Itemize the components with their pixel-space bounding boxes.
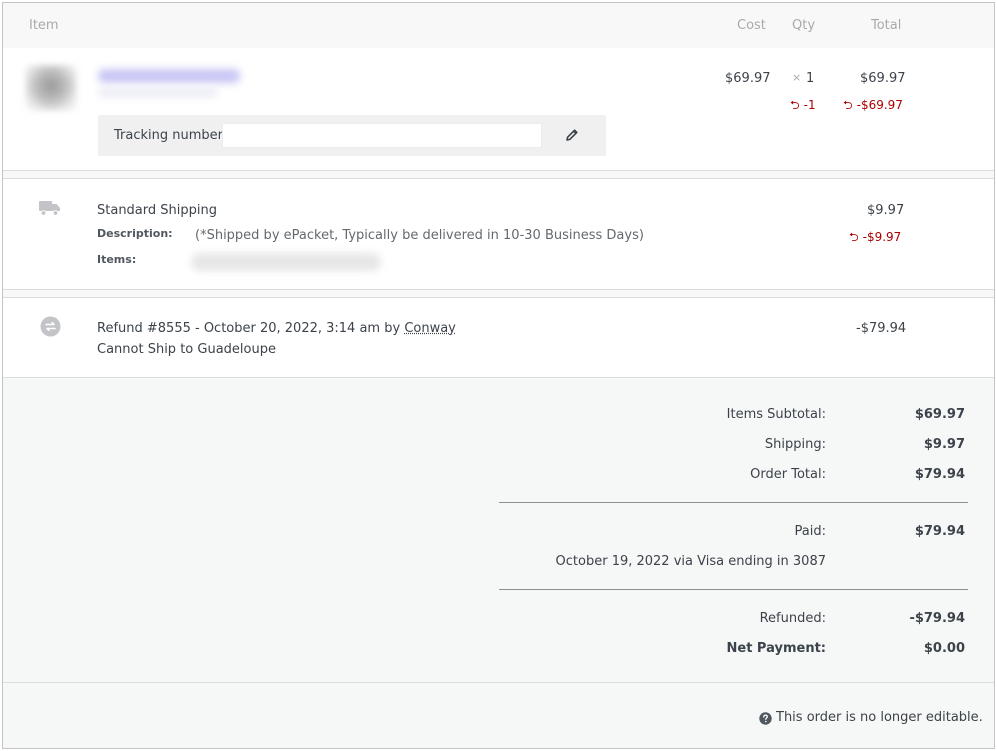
truck-icon [39, 200, 61, 220]
item-cost: $69.97 [725, 71, 771, 86]
edit-pencil-icon[interactable] [564, 127, 580, 147]
refund-qty: ⮌ -1 [790, 96, 816, 117]
item-qty: 1 [806, 71, 815, 86]
tracking-number-box: Tracking number [98, 115, 606, 156]
refund-cycle-icon [40, 316, 61, 341]
product-thumbnail [25, 65, 77, 111]
refunded-value: -$79.94 [909, 611, 965, 626]
total-column-header: Total [871, 18, 902, 33]
items-subtotal-label: Items Subtotal: [726, 407, 826, 422]
order-footer: This order is no longer editable. [3, 682, 994, 748]
paid-value: $79.94 [914, 524, 965, 539]
section-divider [3, 170, 994, 178]
refund-title: Refund #8555 - October 20, 2022, 3:14 am… [97, 321, 456, 336]
totals-divider [499, 589, 968, 590]
refund-title-text: Refund #8555 - October 20, 2022, 3:14 am… [97, 321, 401, 336]
product-meta [98, 87, 218, 97]
paid-payment-note: October 19, 2022 via Visa ending in 3087 [555, 554, 826, 569]
refund-amount: -$79.94 [856, 321, 907, 336]
shipping-items-value [191, 253, 381, 271]
product-name-link[interactable] [98, 69, 240, 83]
refund-item-total: ⮌ -$69.97 [843, 96, 903, 117]
order-total-value: $79.94 [914, 467, 965, 482]
refund-reason: Cannot Ship to Guadeloupe [97, 342, 276, 357]
order-total-label: Order Total: [750, 467, 826, 482]
qty-times-sign: × [792, 71, 802, 84]
net-payment-value: $0.00 [923, 641, 965, 656]
shipping-description-value: (*Shipped by ePacket, Typically be deliv… [195, 228, 644, 243]
order-totals-section: Items Subtotal: $69.97 Shipping: $9.97 O… [3, 377, 994, 682]
shipping-value: $9.97 [923, 437, 965, 452]
shipping-total: $9.97 [867, 203, 905, 218]
section-divider [3, 289, 994, 297]
refund-undo-icon: ⮌ [790, 98, 800, 112]
totals-divider [499, 502, 968, 503]
item-column-header: Item [29, 18, 59, 33]
qty-column-header: Qty [792, 18, 816, 33]
items-table-header: Item Cost Qty Total [3, 3, 994, 48]
paid-label: Paid: [794, 524, 826, 539]
refund-undo-icon: ⮌ [849, 230, 859, 244]
item-total: $69.97 [860, 71, 906, 86]
shipping-refund-total: ⮌ -$9.97 [849, 228, 901, 249]
shipping-description-label: Description: [97, 227, 173, 240]
refunded-label: Refunded: [759, 611, 826, 626]
items-subtotal-value: $69.97 [914, 407, 965, 422]
refund-undo-icon: ⮌ [843, 98, 853, 112]
not-editable-notice: This order is no longer editable. [776, 710, 983, 725]
section-divider-line [3, 297, 994, 298]
order-items-panel: Item Cost Qty Total $69.97 × 1 $69.97 ⮌ -… [2, 2, 995, 749]
tracking-number-input[interactable] [222, 123, 542, 148]
shipping-items-label: Items: [97, 253, 137, 266]
net-payment-label: Net Payment: [726, 641, 827, 656]
shipping-method-name: Standard Shipping [97, 203, 217, 218]
section-divider-line [3, 178, 994, 179]
refund-author-link[interactable]: Conway [404, 321, 456, 336]
tracking-number-label: Tracking number [114, 128, 223, 143]
help-question-icon [759, 712, 772, 729]
shipping-label: Shipping: [764, 437, 826, 452]
cost-column-header: Cost [737, 18, 766, 33]
